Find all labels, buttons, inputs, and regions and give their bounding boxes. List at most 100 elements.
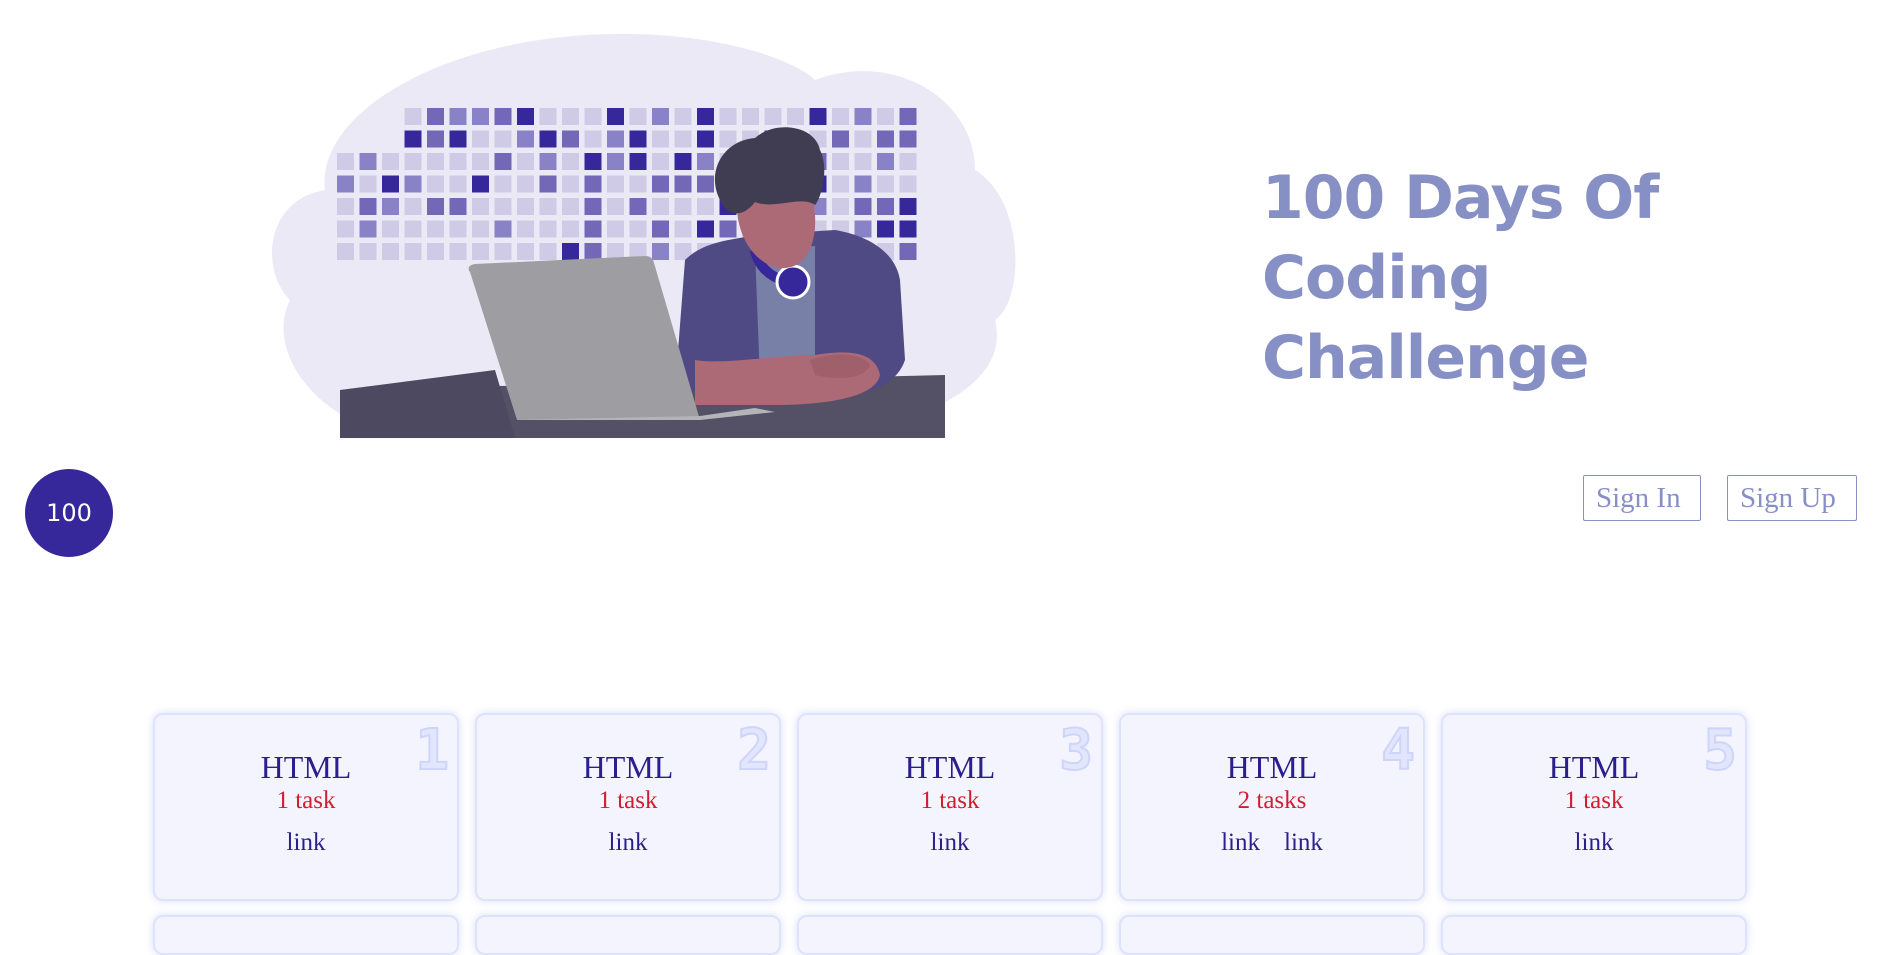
- grid-square: [854, 130, 872, 148]
- grid-square: [449, 198, 467, 215]
- day-card[interactable]: [797, 915, 1103, 955]
- day-card[interactable]: [153, 915, 459, 955]
- grid-square: [382, 220, 399, 238]
- grid-square: [854, 153, 872, 170]
- card-link[interactable]: link: [1221, 829, 1260, 857]
- grid-square: [382, 243, 399, 260]
- grid-square: [832, 108, 849, 125]
- card-task-count: 1 task: [1564, 787, 1624, 814]
- card-link[interactable]: link: [609, 829, 648, 857]
- grid-square: [697, 220, 714, 238]
- grid-square: [562, 220, 579, 238]
- grid-square: [629, 220, 647, 238]
- grid-square: [899, 243, 917, 260]
- grid-square: [562, 130, 579, 148]
- grid-square: [652, 243, 669, 260]
- grid-square: [899, 130, 917, 148]
- day-card[interactable]: [475, 915, 781, 955]
- grid-square: [404, 108, 422, 125]
- grid-square: [674, 198, 692, 215]
- grid-square: [877, 198, 894, 215]
- grid-square: [877, 153, 894, 170]
- grid-square: [584, 130, 602, 148]
- grid-square: [427, 220, 444, 238]
- day-card[interactable]: 2 HTML 1 task link: [475, 713, 781, 901]
- grid-square: [899, 108, 917, 125]
- card-task-count: 1 task: [598, 787, 658, 814]
- grid-square: [697, 175, 714, 193]
- grid-square: [854, 108, 872, 125]
- grid-square: [494, 198, 512, 215]
- card-topic: HTML: [1548, 749, 1640, 785]
- grid-square: [359, 220, 377, 238]
- grid-square: [697, 198, 714, 215]
- grid-square: [832, 130, 849, 148]
- grid-square: [517, 243, 534, 260]
- day-card[interactable]: 4 HTML 2 tasks link link: [1119, 713, 1425, 901]
- grid-square: [652, 175, 669, 193]
- grid-square: [517, 153, 534, 170]
- grid-square: [472, 153, 489, 170]
- grid-square: [517, 130, 534, 148]
- card-links: link: [799, 829, 1101, 857]
- grid-square: [877, 108, 894, 125]
- grid-square: [674, 130, 692, 148]
- day-card[interactable]: [1119, 915, 1425, 955]
- card-link[interactable]: link: [1284, 829, 1323, 857]
- coder-illustration: [272, 33, 1016, 438]
- grid-square: [337, 243, 354, 260]
- card-link[interactable]: link: [931, 829, 970, 857]
- grid-square: [697, 153, 714, 170]
- day-card[interactable]: [1441, 915, 1747, 955]
- grid-square: [629, 108, 647, 125]
- grid-square: [337, 220, 354, 238]
- card-topic: HTML: [582, 749, 674, 785]
- grid-square: [404, 220, 422, 238]
- card-topic: HTML: [1226, 749, 1318, 785]
- grid-square: [584, 243, 602, 260]
- grid-square: [427, 243, 444, 260]
- grid-square: [607, 130, 624, 148]
- card-task-count: 1 task: [276, 787, 336, 814]
- logo-badge[interactable]: 100: [25, 469, 113, 557]
- grid-square: [517, 108, 534, 125]
- grid-square: [584, 198, 602, 215]
- day-card[interactable]: 1 HTML 1 task link: [153, 713, 459, 901]
- grid-square: [787, 108, 804, 125]
- grid-square: [607, 153, 624, 170]
- grid-square: [854, 175, 872, 193]
- grid-square: [854, 220, 872, 238]
- hero-section: 100 Days Of Coding Challenge: [0, 0, 1898, 460]
- grid-square: [449, 153, 467, 170]
- grid-square: [584, 108, 602, 125]
- card-link[interactable]: link: [287, 829, 326, 857]
- grid-square: [494, 220, 512, 238]
- card-link[interactable]: link: [1575, 829, 1614, 857]
- sign-in-button[interactable]: Sign In: [1583, 475, 1701, 521]
- grid-square: [697, 130, 714, 148]
- day-card[interactable]: 5 HTML 1 task link: [1441, 713, 1747, 901]
- card-links: link link: [1121, 829, 1423, 857]
- grid-square: [427, 198, 444, 215]
- grid-square: [899, 220, 917, 238]
- grid-square: [404, 130, 422, 148]
- card-task-count: 1 task: [920, 787, 980, 814]
- grid-square: [674, 220, 692, 238]
- grid-square: [652, 153, 669, 170]
- grid-square: [584, 175, 602, 193]
- grid-square: [854, 198, 872, 215]
- grid-square: [899, 198, 917, 215]
- grid-square: [719, 108, 737, 125]
- grid-square: [494, 175, 512, 193]
- day-card[interactable]: 3 HTML 1 task link: [797, 713, 1103, 901]
- grid-square: [539, 153, 557, 170]
- grid-square: [607, 108, 624, 125]
- grid-square: [449, 130, 467, 148]
- grid-square: [809, 108, 827, 125]
- sign-up-button[interactable]: Sign Up: [1727, 475, 1857, 521]
- grid-square: [539, 130, 557, 148]
- grid-square: [832, 175, 849, 193]
- grid-square: [382, 175, 399, 193]
- grid-square: [832, 153, 849, 170]
- grid-square: [899, 175, 917, 193]
